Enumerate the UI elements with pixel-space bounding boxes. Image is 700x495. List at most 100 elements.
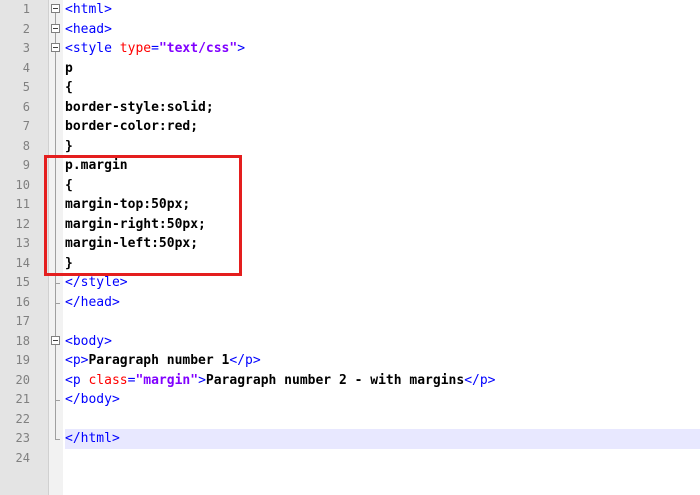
line-number: 1 xyxy=(22,2,30,16)
code-text[interactable]: margin-left:50px; xyxy=(65,234,700,254)
fold-toggle-icon[interactable] xyxy=(51,39,62,59)
line-number: 24 xyxy=(15,450,30,465)
code-token: </p> xyxy=(229,353,261,368)
code-token: </html> xyxy=(65,431,120,446)
code-line[interactable]: 23 </html> xyxy=(0,429,700,449)
code-token: "margin" xyxy=(135,372,199,388)
code-text[interactable]: </body> xyxy=(65,390,700,410)
code-text[interactable]: </style> xyxy=(65,273,700,293)
code-token: p xyxy=(65,60,73,76)
fold-guide-icon xyxy=(51,409,62,429)
code-text[interactable]: <style type="text/css"> xyxy=(65,39,700,59)
code-line[interactable]: 10 { xyxy=(0,175,700,196)
code-text[interactable]: </html> xyxy=(65,429,700,449)
code-token: </body> xyxy=(65,392,120,407)
code-token: </head> xyxy=(65,294,120,310)
line-number: 3 xyxy=(22,41,30,55)
code-line[interactable]: 14} xyxy=(0,253,700,274)
line-number: 8 xyxy=(22,138,30,153)
fold-guide-icon xyxy=(51,351,62,371)
code-token: <body> xyxy=(65,333,112,349)
code-token: margin-top:50px; xyxy=(65,197,191,212)
line-number: 15 xyxy=(15,275,30,289)
code-token: <p xyxy=(65,372,89,388)
code-text[interactable]: border-style:solid; xyxy=(65,98,700,118)
code-line[interactable]: 22 xyxy=(0,409,700,430)
fold-toggle-icon[interactable] xyxy=(51,331,62,351)
code-line[interactable]: 24 xyxy=(0,449,700,469)
code-token: <head> xyxy=(65,21,112,37)
line-number: 5 xyxy=(22,80,30,94)
fold-guide-icon xyxy=(51,253,62,273)
line-number: 11 xyxy=(15,197,30,211)
code-token: = xyxy=(151,41,159,56)
code-text[interactable]: margin-right:50px; xyxy=(65,215,700,235)
line-number: 12 xyxy=(15,216,30,231)
fold-guide-icon xyxy=(51,195,62,215)
code-line[interactable]: 13 margin-left:50px; xyxy=(0,234,700,254)
fold-toggle-icon[interactable] xyxy=(51,0,62,20)
fold-empty xyxy=(51,449,62,469)
code-text[interactable]: </head> xyxy=(65,293,700,313)
code-line[interactable]: 17 xyxy=(0,312,700,332)
code-line[interactable]: 9 p.margin xyxy=(0,156,700,176)
code-line[interactable]: 1 <html> xyxy=(0,0,700,20)
code-text[interactable] xyxy=(65,449,700,469)
line-number: 13 xyxy=(15,236,30,250)
code-line[interactable]: 19 <p>Paragraph number 1</p> xyxy=(0,351,700,371)
code-text[interactable]: } xyxy=(65,137,700,157)
code-token: border-color:red; xyxy=(65,119,199,134)
code-text[interactable]: p.margin xyxy=(65,156,700,176)
line-number: 21 xyxy=(15,392,30,406)
code-text[interactable]: <head> xyxy=(65,20,700,40)
code-token: p.margin xyxy=(65,158,128,173)
fold-guide-icon xyxy=(51,175,62,195)
fold-guide-icon xyxy=(51,97,62,117)
code-line[interactable]: 12 margin-right:50px; xyxy=(0,214,700,235)
code-text[interactable]: } xyxy=(65,254,700,274)
code-token: } xyxy=(65,138,73,154)
code-text[interactable]: <p>Paragraph number 1</p> xyxy=(65,351,700,371)
code-line[interactable]: 5{ xyxy=(0,78,700,98)
code-line[interactable]: 15 </style> xyxy=(0,273,700,293)
code-line[interactable]: 4p xyxy=(0,58,700,79)
code-text[interactable] xyxy=(65,312,700,332)
code-line[interactable]: 6 border-style:solid; xyxy=(0,97,700,118)
code-line[interactable]: 20 <p class="margin">Paragraph number 2 -… xyxy=(0,370,700,391)
code-text[interactable]: <html> xyxy=(65,0,700,20)
code-line[interactable]: 18 <body> xyxy=(0,331,700,352)
code-text[interactable]: { xyxy=(65,176,700,196)
code-text[interactable]: { xyxy=(65,78,700,98)
code-line[interactable]: 11 margin-top:50px; xyxy=(0,195,700,215)
fold-guide-icon xyxy=(51,214,62,234)
line-number: 20 xyxy=(15,372,30,387)
code-line[interactable]: 7 border-color:red; xyxy=(0,117,700,137)
fold-end-icon xyxy=(51,273,62,293)
fold-end-icon xyxy=(51,429,62,449)
line-number: 10 xyxy=(15,177,30,192)
code-text[interactable]: border-color:red; xyxy=(65,117,700,137)
code-line[interactable]: 16 </head> xyxy=(0,292,700,313)
code-text[interactable] xyxy=(65,410,700,430)
code-token: "text/css" xyxy=(158,41,238,56)
fold-toggle-icon[interactable] xyxy=(51,19,62,39)
fold-end-icon xyxy=(51,292,62,312)
code-token: <p> xyxy=(65,353,89,368)
code-text[interactable]: <body> xyxy=(65,332,700,352)
code-token: </style> xyxy=(65,275,128,290)
code-lines: 1 <html> 2 <head> 3 <style type="text/css"> 4 p… xyxy=(0,0,700,468)
code-line[interactable]: 21 </body> xyxy=(0,390,700,410)
line-number: 14 xyxy=(15,255,30,270)
fold-guide-icon xyxy=(51,58,62,78)
code-text[interactable]: <p class="margin">Paragraph number 2 - w… xyxy=(65,371,700,391)
line-number: 16 xyxy=(15,294,30,309)
code-editor[interactable]: 1 <html> 2 <head> 3 <style type="text/css"> 4 p… xyxy=(0,0,700,495)
code-line[interactable]: 3 <style type="text/css"> xyxy=(0,39,700,59)
code-token: Paragraph number 2 - with margins xyxy=(205,372,465,388)
code-line[interactable]: 8} xyxy=(0,136,700,157)
fold-end-icon xyxy=(51,390,62,410)
code-token: margin-right:50px; xyxy=(65,216,206,232)
code-line[interactable]: 2 <head> xyxy=(0,19,700,40)
code-text[interactable]: p xyxy=(65,59,700,79)
code-text[interactable]: margin-top:50px; xyxy=(65,195,700,215)
